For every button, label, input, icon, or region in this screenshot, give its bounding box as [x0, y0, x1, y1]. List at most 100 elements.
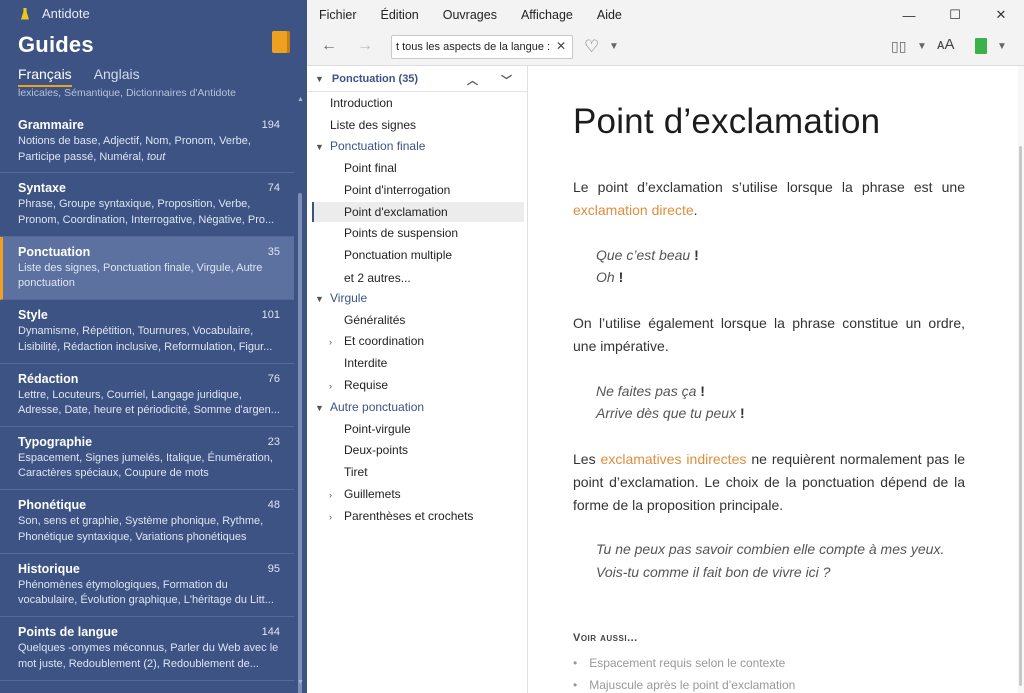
book-icon[interactable] [272, 31, 290, 53]
bullet-icon: • [573, 678, 578, 692]
chevron-down-icon[interactable]: ▼ [315, 74, 324, 84]
see-also-item[interactable]: • Majuscule après le point d’exclamation [573, 678, 795, 692]
topic-name: Syntaxe [18, 181, 66, 196]
chevron-right-icon[interactable]: › [329, 381, 332, 391]
paragraph: On l’utilise également lorsque la phrase… [573, 315, 965, 354]
tree-section[interactable]: Autre ponctuation [330, 397, 424, 417]
tree-header-label: Ponctuation (35) [331, 72, 419, 85]
scrollbar-thumb[interactable] [1019, 146, 1022, 686]
example-line: Oh ! [596, 266, 623, 289]
topic-desc: Phrase, Groupe syntaxique, Proposition, … [18, 198, 275, 226]
app-name: Antidote [42, 6, 90, 21]
topic-count: 144 [261, 626, 280, 639]
topic-count: 35 [267, 245, 280, 258]
topic-desc: Son, sens et graphie, Système phonique, … [18, 515, 264, 543]
topic-name: Phonétique [18, 498, 87, 513]
example-mark: ! [739, 405, 745, 421]
example-text: Que c’est beau [596, 247, 695, 263]
tree-item[interactable]: Ponctuation multiple [344, 245, 452, 265]
topic-count: 194 [261, 119, 280, 131]
chevron-down-icon[interactable]: ▼ [315, 403, 324, 413]
menu-affichage[interactable]: Affichage [521, 8, 573, 22]
back-arrow-icon[interactable]: ← [321, 37, 337, 55]
topic-item-grammaire[interactable]: Grammaire 194 Notions de base, Adjectif,… [0, 110, 294, 174]
link-exclamatives-indirectes[interactable]: exclamatives indirectes [601, 451, 747, 467]
heart-icon[interactable]: ♡ [584, 37, 599, 57]
article-content: Point d’exclamation Le point d’exclamati… [528, 66, 1018, 693]
menu-aide[interactable]: Aide [597, 8, 622, 22]
tree-item[interactable]: Deux-points [344, 440, 408, 460]
tree-item[interactable]: Points de suspension [344, 223, 458, 243]
tree-item[interactable]: Liste des signes [330, 115, 416, 135]
example-text: Arrive dès que tu peux [596, 405, 740, 421]
chevron-down-icon[interactable]: ﹀ [501, 72, 512, 88]
tree-item[interactable]: Point d'interrogation [344, 180, 450, 200]
tree-item[interactable]: Point final [344, 158, 397, 178]
forward-arrow-icon[interactable]: → [357, 37, 373, 55]
close-icon[interactable]: ✕ [978, 0, 1024, 30]
para-text: Les [573, 451, 601, 467]
topic-item-ponctuation[interactable]: Ponctuation 35 Liste des signes, Ponctua… [0, 236, 294, 301]
layout-icon[interactable]: ▯▯ [891, 38, 906, 55]
tree-item[interactable]: Interdite [344, 353, 387, 373]
chevron-up-icon[interactable]: ︿ [467, 72, 478, 88]
scrollbar-thumb[interactable] [298, 193, 302, 693]
tree-item[interactable]: Généralités [344, 310, 405, 330]
example-mark: ! [694, 247, 699, 263]
tree-item[interactable]: Guillemets [344, 484, 401, 504]
topic-item-phonetique[interactable]: Phonétique 48 Son, sens et graphie, Syst… [0, 490, 294, 554]
tree-section[interactable]: Ponctuation finale [330, 136, 425, 156]
topic-item-style[interactable]: Style 101 Dynamisme, Répétition, Tournur… [0, 300, 294, 364]
chevron-down-icon[interactable]: ▼ [609, 41, 619, 52]
chevron-down-icon[interactable]: ▼ [997, 41, 1007, 52]
topic-desc-em: tout [147, 150, 166, 163]
tree-item[interactable]: Et coordination [344, 331, 424, 351]
clear-icon[interactable]: ✕ [556, 39, 566, 53]
tab-francais[interactable]: Français [18, 66, 72, 87]
tree-header[interactable]: ▼ Ponctuation (35) ︿ ﹀ [307, 66, 527, 92]
topic-count: 74 [267, 182, 280, 195]
chevron-right-icon[interactable]: › [329, 490, 332, 500]
topic-item-redaction[interactable]: Rédaction 76 Lettre, Locuteurs, Courriel… [0, 364, 294, 427]
topic-desc: Quelques -onymes méconnus, Parler du Web… [18, 642, 279, 670]
scroll-up-icon[interactable]: ▲ [297, 96, 304, 103]
menu-fichier[interactable]: Fichier [319, 8, 357, 22]
tree-section[interactable]: Virgule [330, 288, 367, 308]
tree-item[interactable]: Requise [344, 375, 388, 395]
menu-ouvrages[interactable]: Ouvrages [443, 8, 497, 22]
tree-item[interactable]: Parenthèses et crochets [344, 506, 473, 526]
chevron-down-icon[interactable]: ▼ [315, 142, 324, 152]
sidebar-scrollbar[interactable] [297, 108, 303, 693]
topic-item-syntaxe[interactable]: Syntaxe 74 Phrase, Groupe syntaxique, Pr… [0, 173, 294, 237]
topic-item-typographie[interactable]: Typographie 23 Espacement, Signes jumelé… [0, 427, 294, 491]
chevron-right-icon[interactable]: › [329, 512, 332, 522]
scroll-down-icon[interactable]: ▼ [297, 679, 304, 686]
antidote-logo-icon [18, 7, 32, 21]
link-exclamation-directe[interactable]: exclamation directe [573, 202, 694, 218]
see-also-item[interactable]: • Espacement requis selon le contexte [573, 656, 785, 670]
chevron-down-icon[interactable]: ▼ [315, 294, 324, 304]
tab-anglais[interactable]: Anglais [94, 66, 140, 87]
text-size-icon[interactable]: ᴀA [937, 36, 954, 53]
green-book-icon[interactable] [975, 38, 987, 54]
topic-count: 48 [267, 499, 280, 512]
menu-edition[interactable]: Édition [381, 8, 419, 22]
topic-item-historique[interactable]: Historique 95 Phénomènes étymologiques, … [0, 554, 294, 618]
example-line: Que c’est beau ! [596, 244, 699, 267]
page-title: Guides [18, 32, 94, 57]
chevron-right-icon[interactable]: › [329, 337, 332, 347]
topic-desc: Phénomènes étymologiques, Formation du v… [18, 578, 274, 607]
minimize-icon[interactable]: — [886, 0, 932, 30]
tree-more[interactable]: et 2 autres... [344, 268, 411, 288]
maximize-icon[interactable]: ☐ [932, 0, 978, 30]
example-text: Oh [596, 269, 619, 285]
tree-item[interactable]: Tiret [344, 462, 368, 482]
topic-item-points-de-langue[interactable]: Points de langue 144 Quelques -onymes mé… [0, 617, 294, 681]
content-scrollbar[interactable] [1018, 66, 1024, 693]
example-line: Tu ne peux pas savoir combien elle compt… [596, 541, 945, 557]
search-input[interactable]: t tous les aspects de la langue : [391, 35, 573, 59]
tree-item[interactable]: Introduction [330, 93, 393, 113]
chevron-down-icon[interactable]: ▼ [917, 41, 927, 52]
tree-item-selected[interactable]: Point d'exclamation [312, 202, 524, 222]
tree-item[interactable]: Point-virgule [344, 419, 411, 439]
